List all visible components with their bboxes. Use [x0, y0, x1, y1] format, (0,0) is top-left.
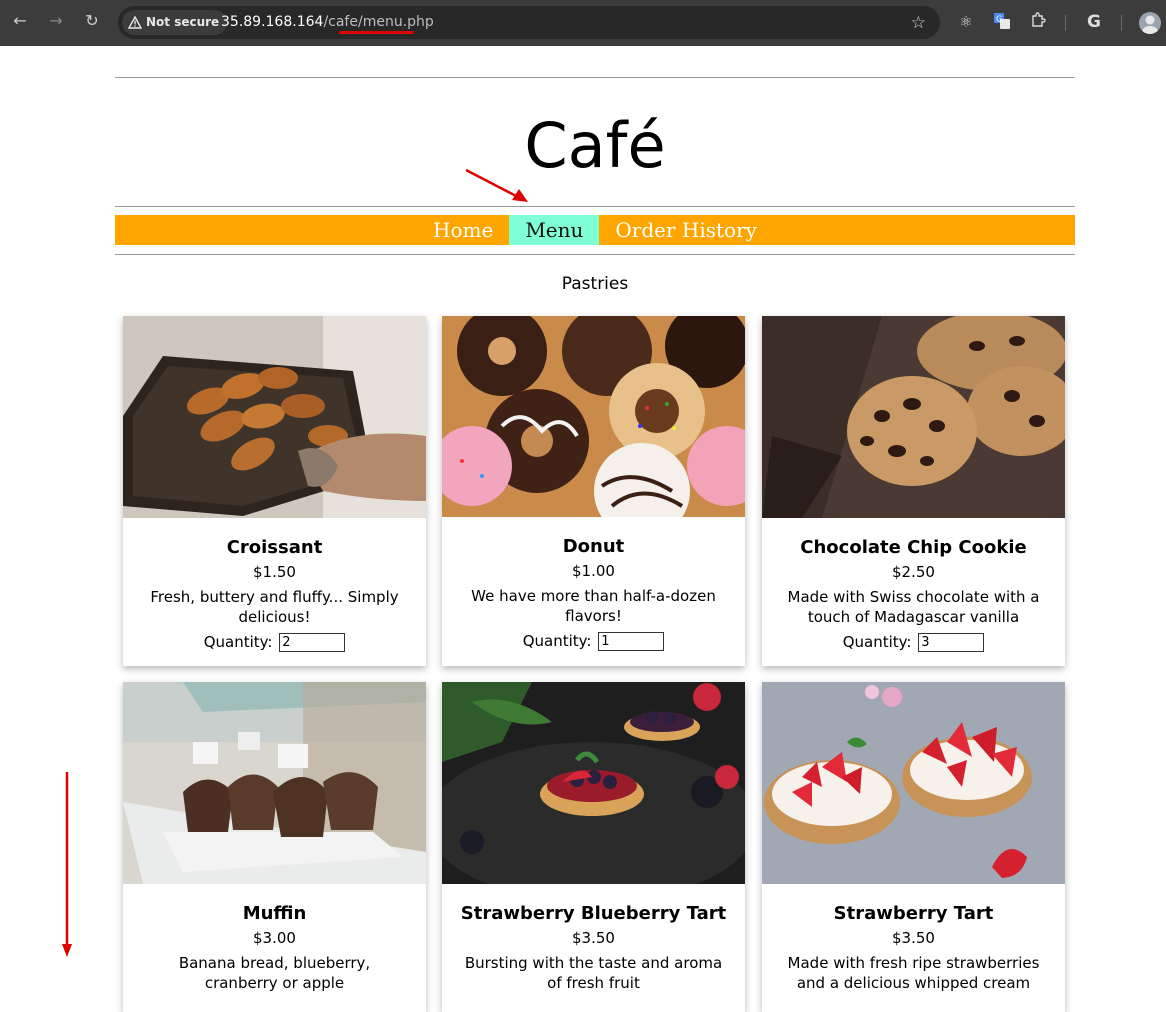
quantity-row: Quantity: — [123, 633, 426, 652]
product-card-strawberry-blueberry-tart: Strawberry Blueberry Tart $3.50 Bursting… — [442, 682, 745, 1012]
product-name: Croissant — [226, 537, 323, 558]
muffin-image — [123, 682, 426, 884]
address-bar[interactable]: Not secure 35.89.168.164/cafe/menu.php ☆ — [118, 6, 940, 39]
quantity-row: Quantity: — [762, 633, 1065, 652]
product-description: Made with fresh ripe strawberries and a … — [787, 954, 1040, 992]
product-description: Fresh, buttery and fluffy... Simply deli… — [150, 588, 399, 626]
security-chip[interactable]: Not secure — [122, 10, 228, 35]
site-title: Café — [524, 109, 666, 182]
react-devtools-icon[interactable]: ⚛ — [956, 12, 976, 32]
strawberry-tart-image — [762, 682, 1065, 884]
product-price: $3.00 — [253, 929, 296, 947]
product-description: Bursting with the taste and aroma of fre… — [464, 954, 723, 992]
product-description: We have more than half-a-dozen flavors! — [471, 587, 716, 625]
quantity-label: Quantity: — [203, 633, 273, 651]
product-price: $1.00 — [572, 562, 615, 580]
quantity-input[interactable] — [598, 632, 665, 651]
product-name: Strawberry Blueberry Tart — [460, 903, 727, 924]
product-price: $1.50 — [253, 563, 296, 581]
product-card-croissant: Croissant $1.50 Fresh, buttery and fluff… — [123, 316, 426, 666]
product-name: Strawberry Tart — [833, 903, 994, 924]
toolbar-divider — [1121, 15, 1122, 31]
nav-bottom-divider — [115, 254, 1075, 255]
product-card-chocolate-chip-cookie: Chocolate Chip Cookie $2.50 Made with Sw… — [762, 316, 1065, 666]
nav-home[interactable]: Home — [417, 215, 509, 245]
extensions-icon[interactable] — [1028, 12, 1048, 32]
quantity-input[interactable] — [918, 633, 985, 652]
nav-menu[interactable]: Menu — [509, 215, 600, 245]
product-description: Banana bread, blueberry, cranberry or ap… — [178, 954, 371, 992]
quantity-input[interactable] — [279, 633, 346, 652]
product-card-muffin: Muffin $3.00 Banana bread, blueberry, cr… — [123, 682, 426, 1012]
nav-order-history[interactable]: Order History — [599, 215, 773, 245]
top-divider — [115, 77, 1075, 78]
product-card-strawberry-tart: Strawberry Tart $3.50 Made with fresh ri… — [762, 682, 1065, 1012]
quantity-row: Quantity: — [442, 632, 745, 651]
donut-image — [442, 316, 745, 517]
google-translate-icon[interactable]: G — [992, 12, 1012, 32]
product-description: Made with Swiss chocolate with a touch o… — [787, 588, 1040, 626]
product-name: Chocolate Chip Cookie — [800, 537, 1027, 558]
url-text[interactable]: 35.89.168.164/cafe/menu.php — [221, 6, 434, 39]
croissant-image — [123, 316, 426, 518]
cookie-image — [762, 316, 1065, 518]
scroll-down-arrow — [62, 772, 72, 957]
quantity-label: Quantity: — [522, 632, 592, 650]
url-path: /cafe/menu.php — [323, 14, 434, 30]
main-nav: Home Menu Order History — [115, 215, 1075, 245]
browser-toolbar: ← → ↻ Not secure 35.89.168.164/cafe/menu… — [0, 0, 1166, 46]
section-title: Pastries — [561, 274, 629, 294]
nav-top-divider — [115, 206, 1075, 207]
profile-avatar-icon[interactable] — [1139, 12, 1161, 34]
strawberry-blueberry-tart-image — [442, 682, 745, 884]
forward-arrow-icon[interactable]: → — [45, 10, 67, 32]
security-label: Not secure — [146, 15, 220, 29]
svg-text:G: G — [996, 15, 1002, 24]
back-arrow-icon[interactable]: ← — [9, 10, 31, 32]
toolbar-divider — [1065, 15, 1066, 31]
star-icon[interactable]: ☆ — [911, 12, 926, 34]
product-price: $3.50 — [572, 929, 615, 947]
url-annotation-underline — [339, 31, 414, 34]
product-price: $3.50 — [892, 929, 935, 947]
url-host: 35.89.168.164 — [221, 14, 324, 30]
product-name: Donut — [562, 536, 625, 557]
reload-icon[interactable]: ↻ — [81, 10, 103, 32]
google-icon[interactable]: G — [1084, 12, 1104, 32]
product-card-donut: Donut $1.00 We have more than half-a-doz… — [442, 316, 745, 666]
product-name: Muffin — [242, 903, 307, 924]
quantity-label: Quantity: — [842, 633, 912, 651]
warning-icon — [127, 15, 143, 29]
product-price: $2.50 — [892, 563, 935, 581]
